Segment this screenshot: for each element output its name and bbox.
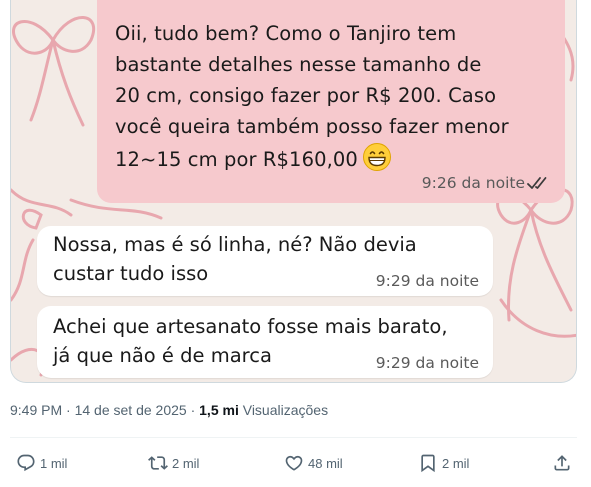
outgoing-message-bubble: Oii, tudo bem? Como o Tanjiro tem bastan… [97,0,565,203]
views-label: Visualizações [242,402,329,418]
tweet-timestamp[interactable]: 9:49 PM · 14 de set de 2025 [10,402,187,418]
tweet-actions-bar: 1 mil 2 mil 48 mil 2 mil [0,448,591,478]
incoming-message-time: 9:29 da noite [375,272,479,290]
grinning-face-icon [362,143,391,171]
repost-count: 2 mil [172,455,200,471]
repost-icon [148,456,168,470]
share-button[interactable] [552,448,576,478]
reply-count: 1 mil [40,455,68,471]
double-check-icon [527,177,547,189]
tweet-image[interactable]: Oii, tudo bem? Como o Tanjiro tem bastan… [10,0,577,383]
like-count: 48 mil [308,455,343,471]
share-icon [554,455,570,471]
reply-button[interactable]: 1 mil [16,448,67,478]
outgoing-message-time: 9:26 da noite [421,174,525,192]
views-count: 1,5 mi [199,402,239,418]
like-button[interactable]: 48 mil [284,448,343,478]
bookmark-count: 2 mil [442,455,470,471]
incoming-message-bubble: Achei que artesanato fosse mais barato, … [37,306,493,378]
incoming-message-time: 9:29 da noite [375,354,479,372]
bookmark-icon [421,454,435,473]
incoming-message-bubble: Nossa, mas é só linha, né? Não devia cus… [37,226,493,296]
tweet-meta: 9:49 PM · 14 de set de 2025 · 1,5 mi Vis… [10,402,328,418]
repost-button[interactable]: 2 mil [148,448,199,478]
meta-separator: · [186,402,200,418]
bookmark-button[interactable]: 2 mil [418,448,469,478]
divider [10,437,577,438]
outgoing-message-text: Oii, tudo bem? Como o Tanjiro tem bastan… [115,22,509,171]
heart-icon [285,455,303,471]
reply-icon [17,454,35,472]
